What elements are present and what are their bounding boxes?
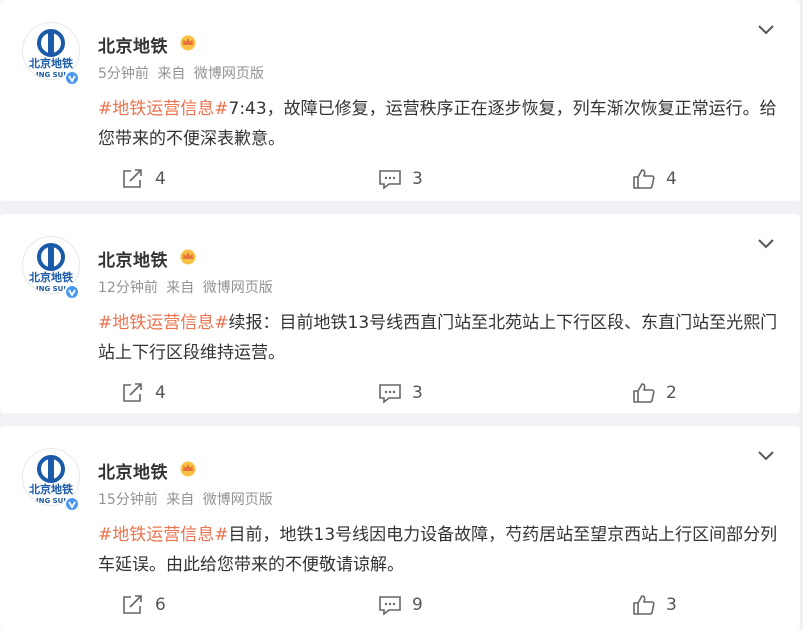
comment-icon — [379, 384, 401, 404]
crown-badge-icon — [180, 35, 196, 51]
avatar-text: 北京地铁 — [29, 270, 73, 284]
comment-button[interactable]: 9 — [378, 593, 423, 617]
comment-count: 3 — [412, 383, 423, 403]
post-time[interactable]: 5分钟前 — [98, 66, 149, 82]
like-count: 2 — [666, 383, 677, 403]
post-text: #地铁运营信息#续报：目前地铁13号线西直门站至北苑站上下行区段、东直门站至光熙… — [98, 308, 778, 368]
verified-badge-icon — [64, 70, 80, 86]
avatar-subtext: ING SUI — [36, 71, 66, 79]
repost-icon — [123, 169, 142, 188]
like-button[interactable]: 4 — [632, 167, 677, 191]
post-source: 微博网页版 — [202, 492, 273, 508]
like-count: 3 — [666, 595, 677, 615]
post-source: 微博网页版 — [202, 280, 273, 296]
post-source: 微博网页版 — [193, 66, 264, 82]
topic-link[interactable]: #地铁运营信息# — [98, 99, 229, 119]
crown-badge-icon — [180, 461, 196, 477]
chevron-down-icon[interactable] — [756, 448, 776, 464]
repost-button[interactable]: 4 — [121, 167, 166, 191]
verified-badge-icon — [64, 284, 80, 300]
repost-icon — [123, 383, 142, 402]
avatar-subtext: ING SUI — [36, 497, 66, 505]
comment-icon — [379, 170, 401, 190]
account-name[interactable]: 北京地铁 — [98, 246, 168, 271]
post-actions: 4 3 4 — [0, 167, 800, 191]
chevron-down-icon[interactable] — [756, 236, 776, 252]
repost-button[interactable]: 4 — [121, 381, 166, 405]
post-text: #地铁运营信息#目前，地铁13号线因电力设备故障，芍药居站至望京西站上行区间部分… — [98, 520, 778, 580]
repost-count: 6 — [155, 595, 166, 615]
post-meta: 5分钟前 来自 微博网页版 — [98, 63, 268, 83]
repost-icon — [123, 595, 142, 614]
comment-button[interactable]: 3 — [378, 381, 423, 405]
source-prefix: 来自 — [166, 280, 195, 296]
thumbs-up-icon — [633, 383, 655, 403]
like-button[interactable]: 3 — [632, 593, 677, 617]
source-prefix: 来自 — [166, 492, 195, 508]
thumbs-up-icon — [633, 595, 655, 615]
verified-badge-icon — [64, 496, 80, 512]
post-text: #地铁运营信息#7:43，故障已修复，运营秩序正在逐步恢复，列车渐次恢复正常运行… — [98, 94, 778, 154]
repost-count: 4 — [155, 169, 166, 189]
avatar-text: 北京地铁 — [29, 56, 73, 70]
post-meta: 15分钟前 来自 微博网页版 — [98, 489, 277, 509]
thumbs-up-icon — [633, 169, 655, 189]
post-meta: 12分钟前 来自 微博网页版 — [98, 277, 277, 297]
avatar-subtext: ING SUI — [36, 285, 66, 293]
chevron-down-icon[interactable] — [756, 22, 776, 38]
weibo-feed: 北京地铁 ING SUI 北京地铁 5分钟前 来自 微博网页版 #地铁运营信息#… — [0, 0, 803, 631]
account-name[interactable]: 北京地铁 — [98, 32, 168, 57]
post-time[interactable]: 12分钟前 — [98, 280, 158, 296]
comment-button[interactable]: 3 — [378, 167, 423, 191]
avatar-text: 北京地铁 — [29, 482, 73, 496]
like-button[interactable]: 2 — [632, 381, 677, 405]
post-card: 北京地铁 ING SUI 北京地铁 12分钟前 来自 微博网页版 #地铁运营信息… — [0, 214, 800, 413]
crown-badge-icon — [180, 249, 196, 265]
topic-link[interactable]: #地铁运营信息# — [98, 313, 229, 333]
topic-link[interactable]: #地铁运营信息# — [98, 525, 229, 545]
source-prefix: 来自 — [157, 66, 186, 82]
post-time[interactable]: 15分钟前 — [98, 492, 158, 508]
post-card: 北京地铁 ING SUI 北京地铁 5分钟前 来自 微博网页版 #地铁运营信息#… — [0, 0, 800, 201]
comment-icon — [379, 596, 401, 616]
repost-count: 4 — [155, 383, 166, 403]
post-actions: 6 9 3 — [0, 593, 800, 617]
repost-button[interactable]: 6 — [121, 593, 166, 617]
post-card: 北京地铁 ING SUI 北京地铁 15分钟前 来自 微博网页版 #地铁运营信息… — [0, 426, 800, 631]
comment-count: 3 — [412, 169, 423, 189]
post-actions: 4 3 2 — [0, 381, 800, 405]
like-count: 4 — [666, 169, 677, 189]
comment-count: 9 — [412, 595, 423, 615]
account-name[interactable]: 北京地铁 — [98, 458, 168, 483]
